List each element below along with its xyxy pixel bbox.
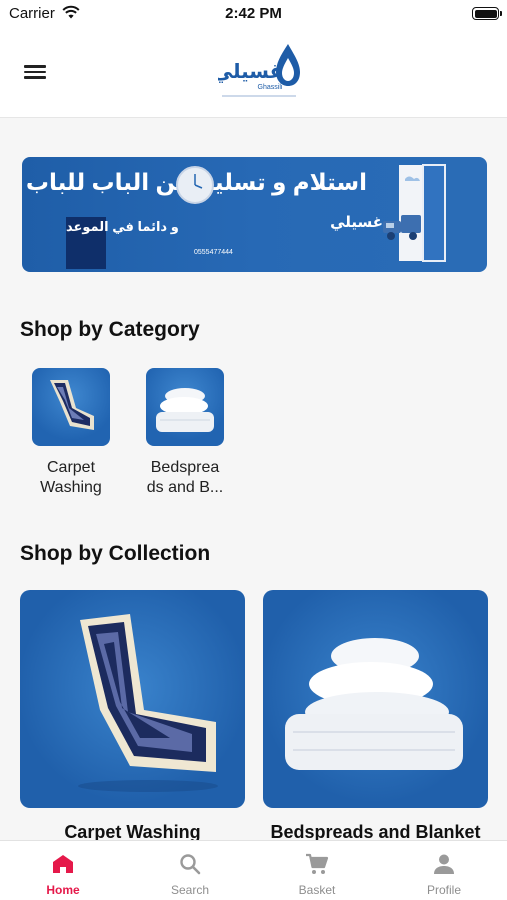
nav-profile[interactable]: Profile <box>381 841 507 900</box>
category-bedspreads-image <box>146 368 224 446</box>
banner-subline: و دائما في الموعد <box>66 219 179 234</box>
category-bedspreads[interactable]: Bedsprea ds and B... <box>140 368 230 498</box>
status-bar: Carrier 2:42 PM <box>0 0 507 28</box>
menu-icon-bar <box>24 70 46 74</box>
promo-banner[interactable]: استلام و تسليم من الباب للباب و دائما في… <box>22 157 487 272</box>
category-carpet-image <box>32 368 110 446</box>
category-label-line: Washing <box>40 479 102 496</box>
delivery-van-icon <box>383 164 446 262</box>
collection-carpet-washing[interactable]: Carpet Washing <box>20 590 245 842</box>
search-icon <box>180 854 201 875</box>
logo-arabic-text: غسيلي <box>218 59 283 84</box>
app-header: غسيلي Ghassili <box>0 28 507 118</box>
menu-icon-bar <box>24 65 46 68</box>
nav-label: Profile <box>426 883 461 897</box>
menu-icon-bar <box>24 76 46 79</box>
collection-bedspreads-image <box>263 590 488 808</box>
logo-latin-text: Ghassili <box>258 84 283 91</box>
category-label-line: Bedsprea <box>150 459 220 476</box>
category-label-line: Carpet <box>46 459 96 476</box>
category-label: Carpet Washing <box>26 458 116 498</box>
cart-icon <box>306 853 329 874</box>
home-icon <box>53 855 73 873</box>
category-carpet-washing[interactable]: Carpet Washing <box>26 368 116 498</box>
nav-home[interactable]: Home <box>0 841 126 900</box>
nav-basket[interactable]: Basket <box>254 841 380 900</box>
shop-by-category-title: Shop by Category <box>20 318 200 341</box>
menu-button[interactable] <box>22 62 48 82</box>
nav-label: Basket <box>298 883 336 897</box>
collection-carpet-image <box>20 590 245 808</box>
person-icon <box>434 854 454 874</box>
nav-search[interactable]: Search <box>127 841 253 900</box>
clock-icon <box>176 166 214 204</box>
nav-label: Home <box>46 883 80 897</box>
battery-icon <box>472 7 502 20</box>
nav-label: Search <box>170 883 210 897</box>
shop-by-collection-title: Shop by Collection <box>20 542 211 565</box>
collection-bedspreads-and-blanket[interactable]: Bedspreads and Blanket <box>263 590 488 842</box>
bottom-navigation: Home Search Basket Profile <box>0 840 507 900</box>
banner-phone: 0555477444 <box>194 249 233 256</box>
category-label: Bedsprea ds and B... <box>140 458 230 498</box>
category-label-line: ds and B... <box>146 479 224 496</box>
ghassili-logo: غسيلي Ghassili <box>218 44 300 97</box>
status-time: 2:42 PM <box>225 5 282 22</box>
